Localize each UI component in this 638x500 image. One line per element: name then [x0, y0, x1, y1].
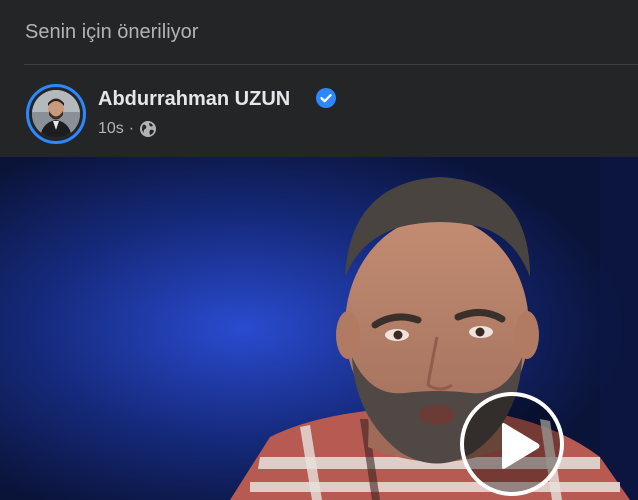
- post-card: Senin için öneriliyor Abdurrahman UZUN 1…: [0, 0, 638, 500]
- avatar[interactable]: [26, 84, 86, 144]
- suggestion-header: Senin için öneriliyor: [0, 0, 638, 64]
- suggestion-label: Senin için öneriliyor: [25, 21, 199, 43]
- verified-badge-icon: [316, 88, 336, 108]
- avatar-image: [32, 90, 80, 138]
- video-player[interactable]: [0, 157, 638, 500]
- post-header: Abdurrahman UZUN 10s ·: [0, 65, 638, 157]
- meta-separator: ·: [128, 120, 135, 137]
- play-icon: [502, 423, 540, 469]
- play-button[interactable]: [460, 392, 564, 496]
- post-timestamp[interactable]: 10s: [98, 119, 124, 139]
- globe-icon[interactable]: [139, 120, 157, 138]
- post-meta: 10s ·: [98, 119, 157, 139]
- author-name[interactable]: Abdurrahman UZUN: [98, 87, 290, 111]
- avatar-photo-icon: [32, 90, 80, 138]
